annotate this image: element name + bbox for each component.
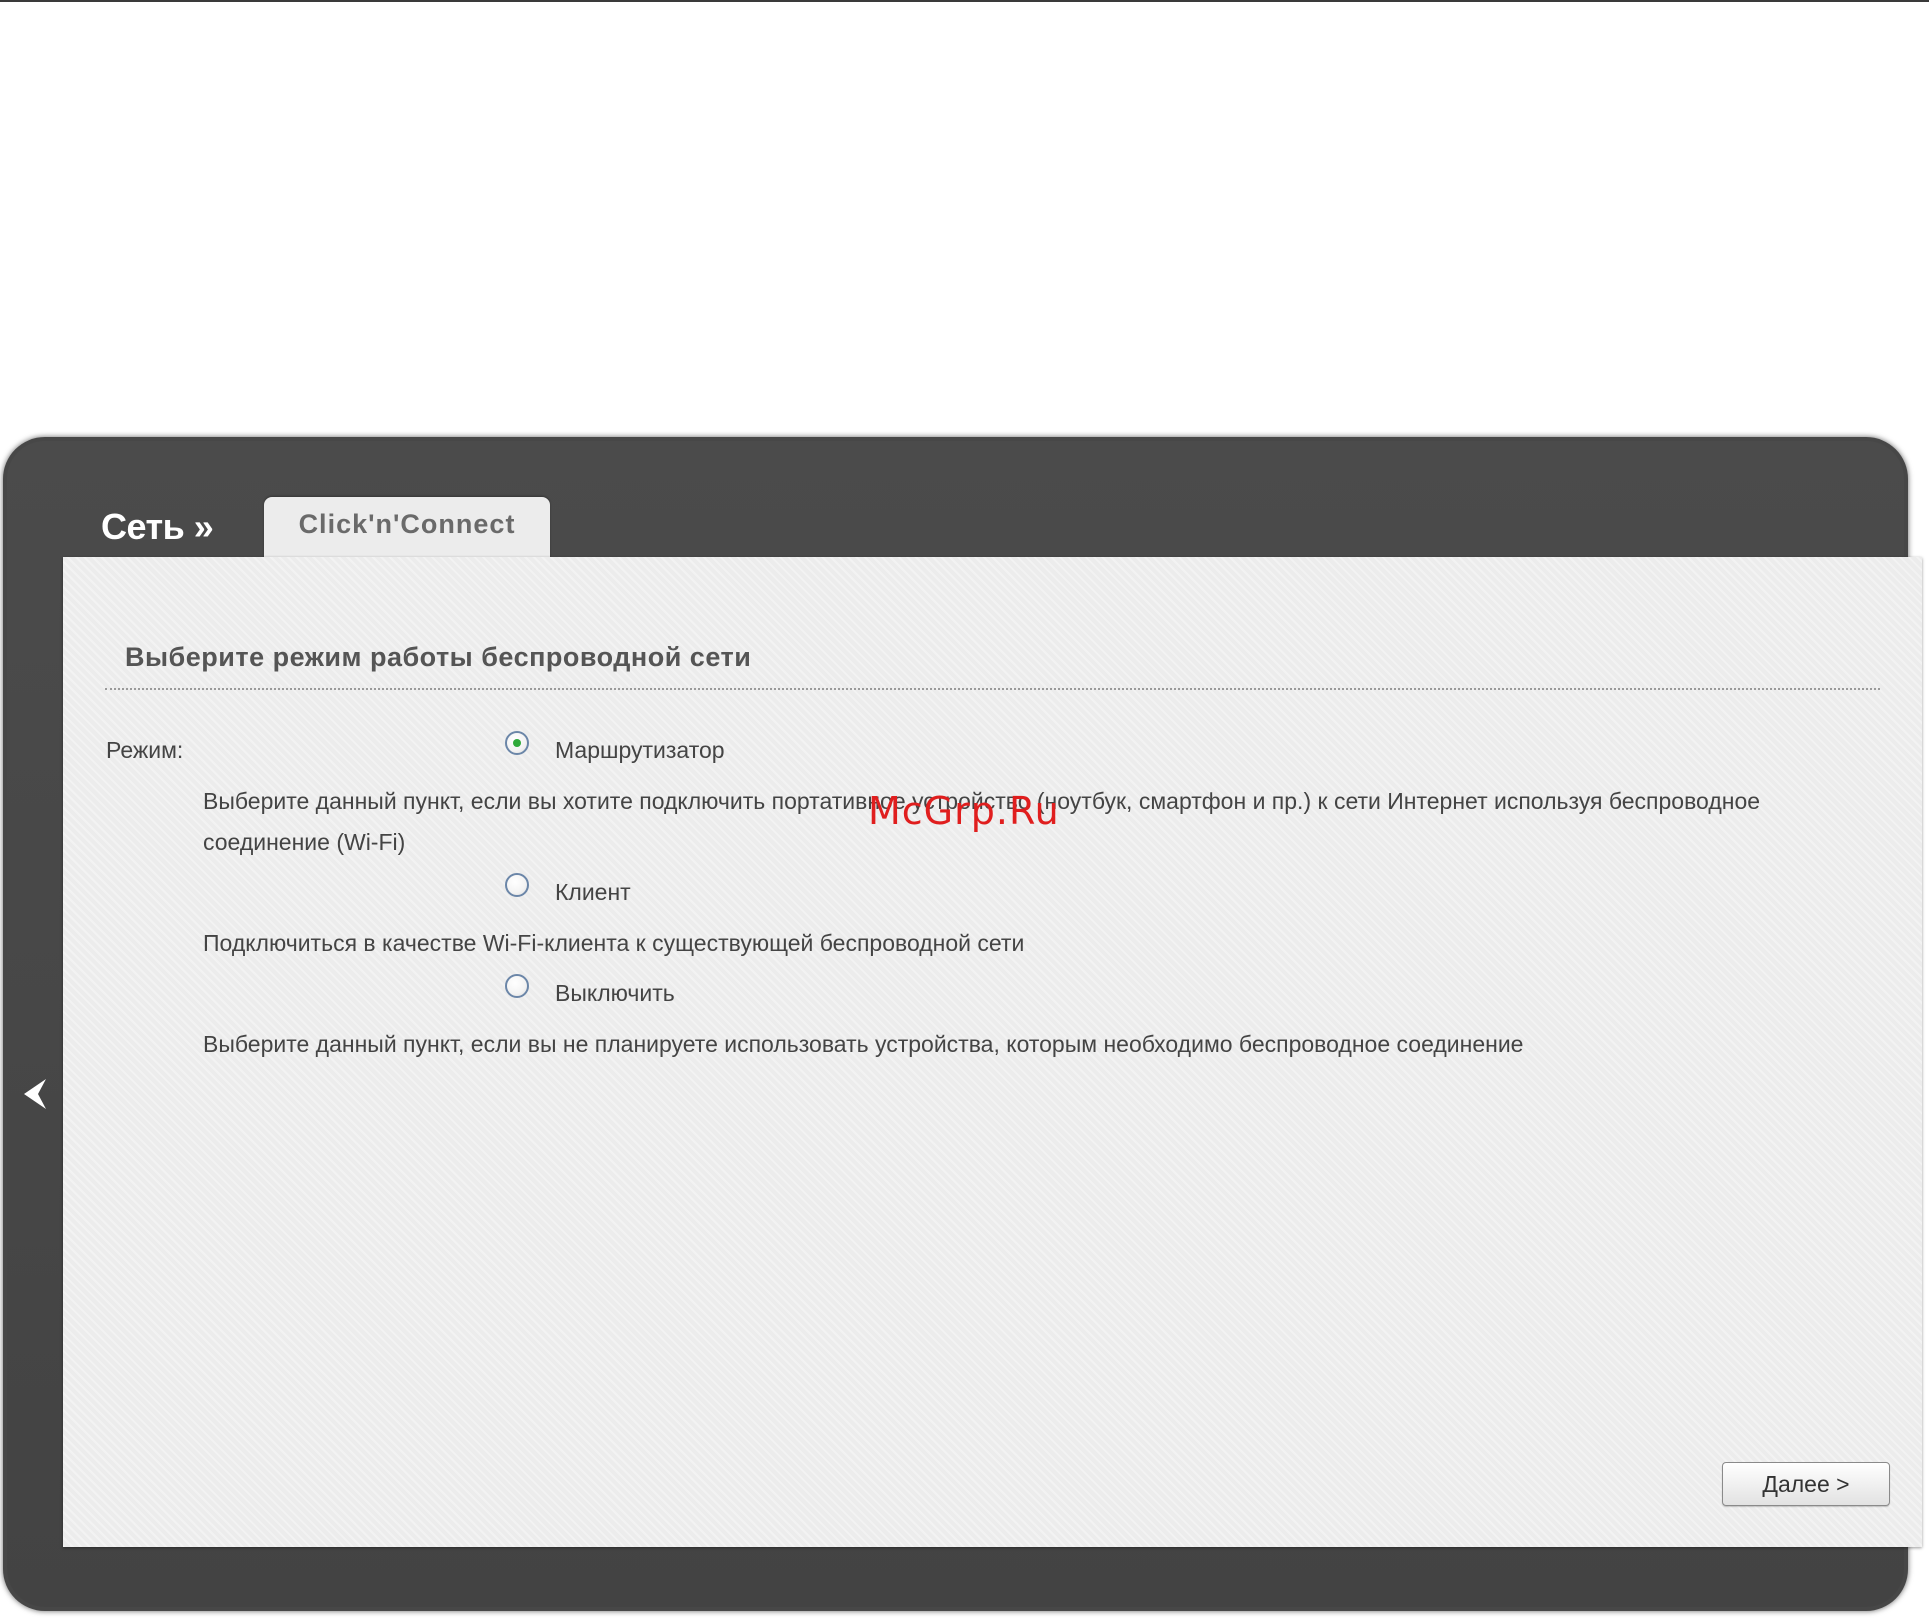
radio-off[interactable] (505, 974, 529, 998)
breadcrumb[interactable]: Сеть » (101, 506, 214, 548)
option-label-off[interactable]: Выключить (555, 980, 675, 1007)
option-description-off: Выберите данный пункт, если вы не планир… (203, 1031, 1524, 1057)
option-label-router[interactable]: Маршрутизатор (555, 737, 725, 764)
chevron-left-icon (24, 1079, 46, 1109)
option-label-client[interactable]: Клиент (555, 879, 631, 906)
back-arrow-icon[interactable] (18, 1075, 50, 1113)
top-divider (0, 0, 1929, 2)
section-title: Выберите режим работы беспроводной сети (125, 642, 752, 672)
tab-clickn-connect[interactable]: Click'n'Connect (264, 497, 550, 559)
radio-router[interactable] (505, 731, 529, 755)
tab-label: Click'n'Connect (298, 509, 516, 539)
watermark: McGrp.Ru (868, 789, 1060, 833)
next-button[interactable]: Далее > (1722, 1462, 1890, 1506)
option-description-client: Подключиться в качестве Wi-Fi-клиента к … (203, 930, 1025, 956)
section-divider (105, 688, 1880, 690)
radio-selected-dot (513, 739, 521, 747)
radio-client[interactable] (505, 873, 529, 897)
mode-label: Режим: (106, 737, 184, 763)
